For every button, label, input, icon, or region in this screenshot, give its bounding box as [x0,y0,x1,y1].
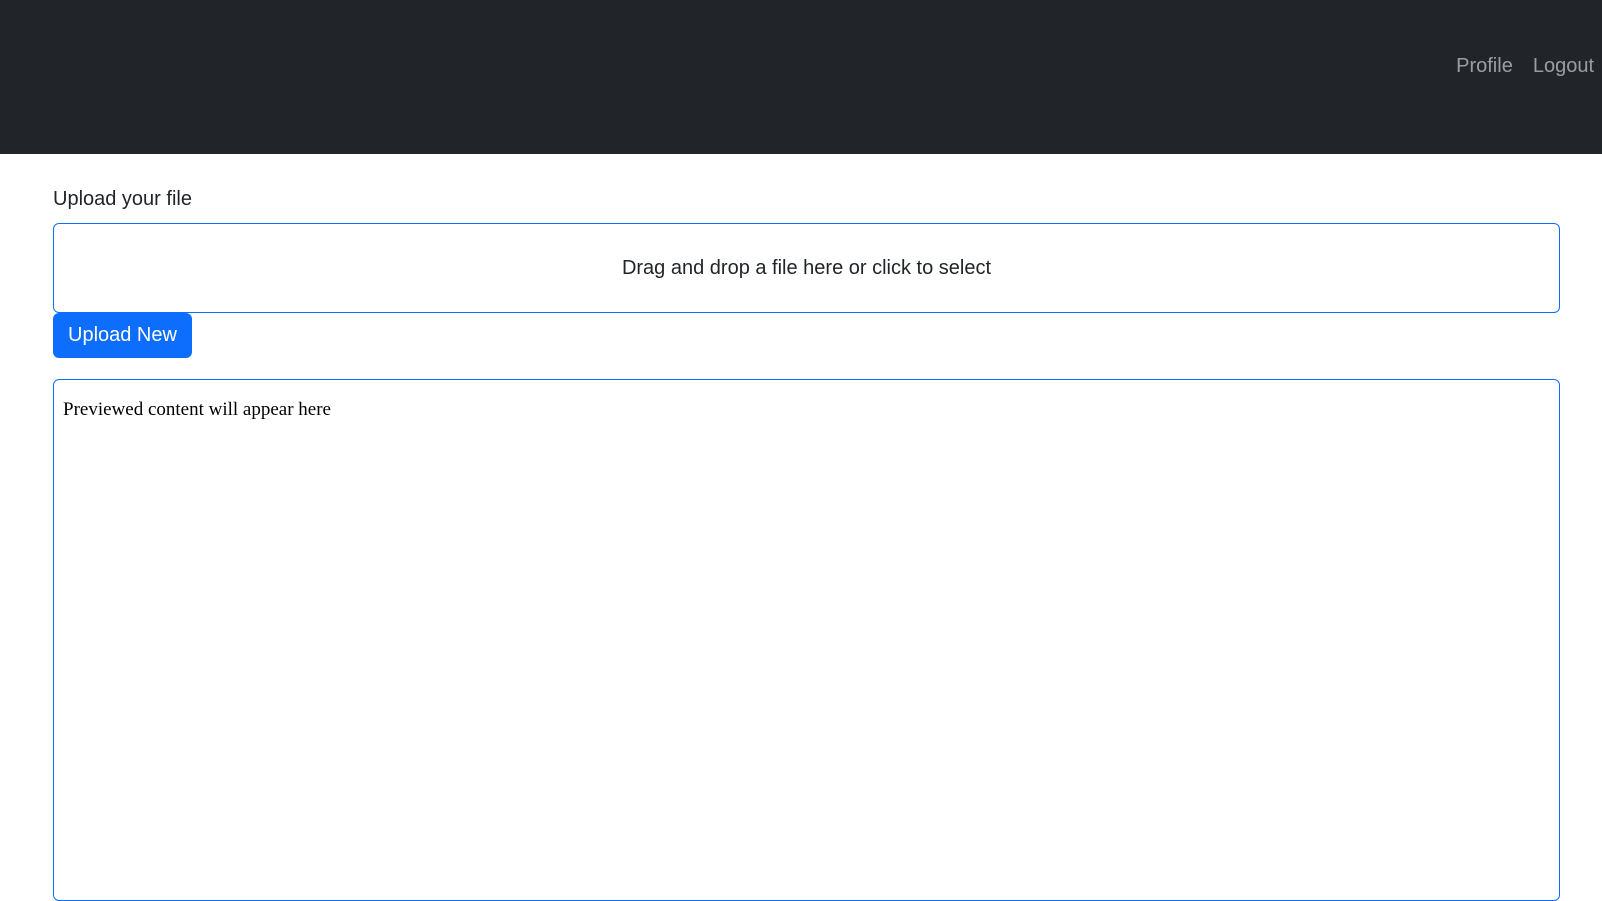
upload-label: Upload your file [53,188,192,210]
profile-link[interactable]: Profile [1456,53,1513,79]
navbar-links: Profile Logout [1456,53,1594,79]
top-navbar: Profile Logout [0,0,1602,154]
preview-placeholder: Previewed content will appear here [63,399,331,420]
dropzone-text: Drag and drop a file here or click to se… [621,256,992,279]
logout-link[interactable]: Logout [1533,53,1594,79]
preview-area: Previewed content will appear here [53,379,1560,901]
file-dropzone[interactable]: Drag and drop a file here or click to se… [53,223,1560,313]
upload-new-button[interactable]: Upload New [53,313,192,358]
